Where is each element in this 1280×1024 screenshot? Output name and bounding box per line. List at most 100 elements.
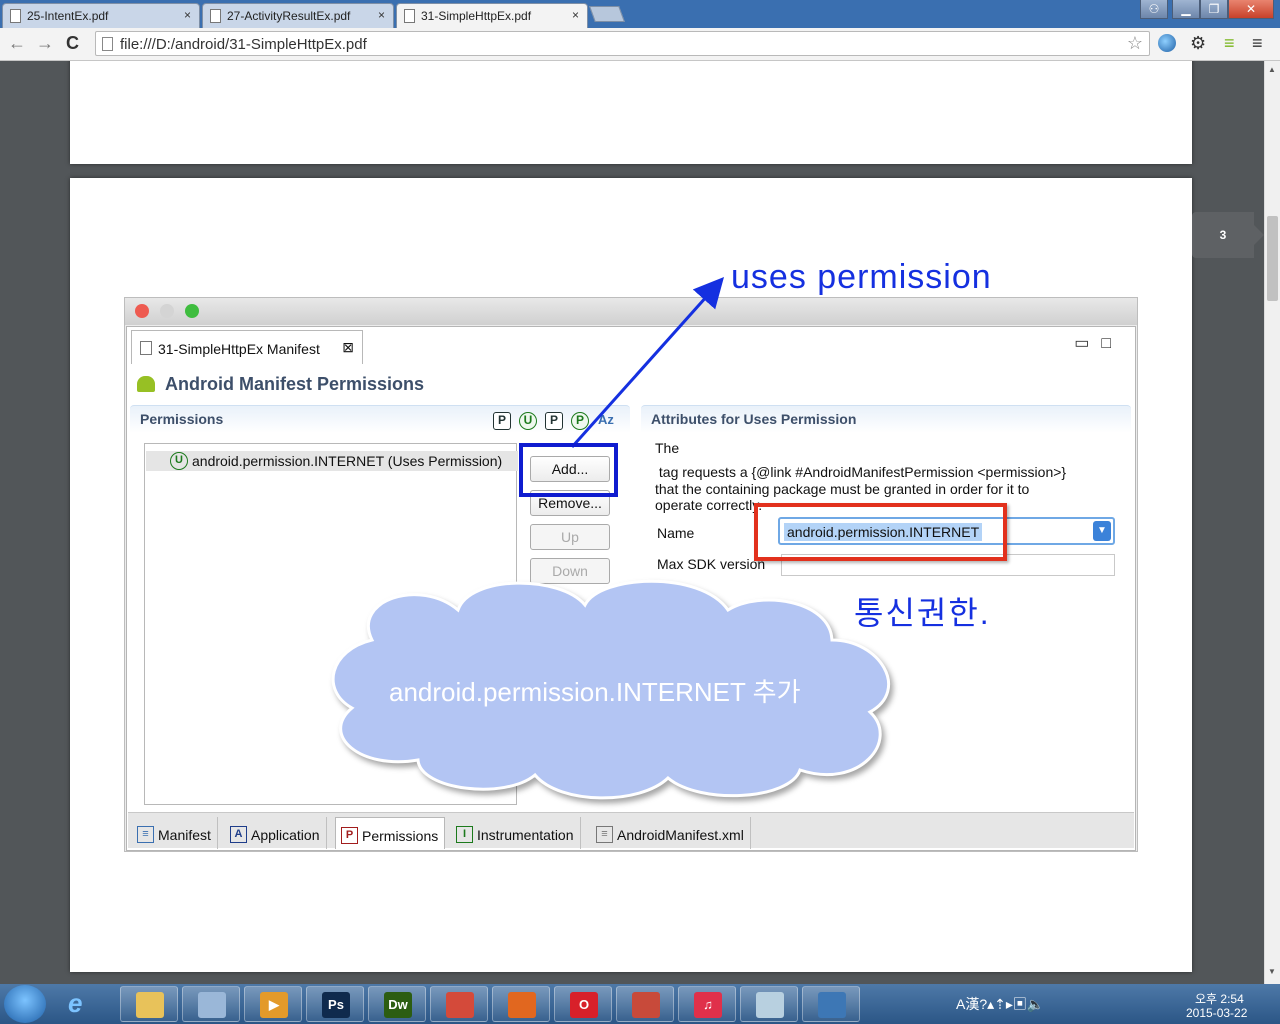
taskbar-item[interactable]	[120, 986, 178, 1022]
paint-tool-icon	[632, 992, 660, 1018]
permission-label: android.permission.INTERNET (Uses Permis…	[192, 453, 503, 469]
tab-31-simplehttpex[interactable]: 31-SimpleHttpEx.pdf ×	[396, 3, 588, 28]
description-text: operate correctly.	[655, 497, 763, 513]
tab-androidmanifest-xml[interactable]: ≡ AndroidManifest.xml	[591, 817, 751, 849]
ladder-icon[interactable]: ≡	[1224, 33, 1235, 54]
pdf-file-icon	[10, 9, 21, 23]
taskbar-item[interactable]: ▶	[244, 986, 302, 1022]
tab-title: 31-SimpleHttpEx.pdf	[421, 9, 532, 23]
taskbar-item[interactable]	[182, 986, 240, 1022]
taskbar-item[interactable]	[616, 986, 674, 1022]
permissions-icon: P	[341, 827, 358, 844]
window-close-button[interactable]: ✕	[1228, 0, 1274, 19]
section-title: Permissions	[140, 411, 224, 427]
description-text: that the containing package must be gran…	[655, 481, 1030, 497]
minimize-button[interactable]: ▁	[1172, 0, 1200, 19]
permissions-list[interactable]: U android.permission.INTERNET (Uses Perm…	[144, 443, 518, 805]
manifest-file-icon	[140, 341, 152, 355]
tab-permissions[interactable]: P Permissions	[335, 817, 446, 849]
list-item[interactable]: U android.permission.INTERNET (Uses Perm…	[146, 451, 518, 471]
scroll-down-icon[interactable]: ▼	[1268, 967, 1276, 976]
uses-permission-icon[interactable]: U	[519, 412, 537, 430]
forward-icon[interactable]: →	[36, 33, 54, 54]
taskbar-item[interactable]: ♫	[678, 986, 736, 1022]
pdf-file-icon	[404, 9, 415, 23]
annotation-korean-note: 통신권한.	[854, 595, 991, 631]
windows-taskbar: e ▶ Ps Dw O ♫ A漢?▴⇡▸▣🔈	[0, 984, 1280, 1024]
tab-25-intentex[interactable]: 25-IntentEx.pdf ×	[2, 3, 200, 28]
permission-icon[interactable]: P	[493, 412, 511, 430]
chevron-down-icon[interactable]: ▼	[1093, 521, 1111, 541]
clock-time[interactable]: 오후 2:54	[1195, 990, 1244, 1007]
name-label: Name	[657, 525, 695, 541]
annotation-cloud-text: android.permission.INTERNET 추가	[389, 677, 801, 707]
xml-file-icon: ≡	[596, 826, 613, 843]
notepad-icon	[756, 992, 784, 1018]
annotation-uses-permission: uses permission	[731, 258, 992, 296]
clock-date[interactable]: 2015-03-22	[1186, 1006, 1247, 1020]
bookmark-star-icon[interactable]: ☆	[1127, 33, 1143, 54]
tab-close-icon[interactable]: ×	[378, 8, 385, 22]
explorer-icon	[136, 992, 164, 1018]
new-tab-button[interactable]	[589, 6, 625, 22]
taskbar-item[interactable]	[802, 986, 860, 1022]
sort-az-icon[interactable]: Az	[598, 412, 614, 427]
back-icon[interactable]: ←	[8, 33, 26, 54]
menu-icon[interactable]: ≡	[1252, 33, 1263, 54]
scroll-thumb[interactable]	[1267, 216, 1278, 301]
description-text: tag requests a {@link #AndroidManifestPe…	[655, 464, 1067, 480]
tray-icons[interactable]: A漢?▴⇡▸▣🔈	[956, 994, 1044, 1014]
page-icon	[102, 37, 113, 51]
taskbar-item[interactable]	[740, 986, 798, 1022]
tab-instrumentation[interactable]: I Instrumentation	[451, 817, 581, 849]
pdf-file-icon	[210, 9, 221, 23]
close-icon[interactable]: ⊠	[342, 339, 354, 356]
tab-label: Permissions	[362, 828, 439, 844]
taskbar-item[interactable]: Dw	[368, 986, 426, 1022]
scroll-up-icon[interactable]: ▲	[1268, 65, 1276, 74]
annotation-highlight-name	[754, 503, 1007, 561]
tab-label: Instrumentation	[477, 827, 574, 843]
image-viewer-icon	[818, 992, 846, 1018]
taskbar-item[interactable]	[430, 986, 488, 1022]
tab-manifest[interactable]: ≡ Manifest	[132, 817, 218, 849]
tab-title: 27-ActivityResultEx.pdf	[227, 9, 351, 23]
reload-icon[interactable]: C	[66, 33, 79, 54]
minimize-dot-icon	[160, 304, 174, 318]
taskbar-item[interactable]: Ps	[306, 986, 364, 1022]
up-button[interactable]: Up	[530, 524, 610, 550]
tab-application[interactable]: A Application	[225, 817, 327, 849]
url-text[interactable]: file:///D:/android/31-SimpleHttpEx.pdf	[120, 36, 367, 53]
internet-explorer-icon[interactable]: e	[68, 988, 82, 1019]
tab-label: Manifest	[158, 827, 211, 843]
attributes-section-header: Attributes for Uses Permission	[641, 405, 1131, 433]
section-title: Attributes for Uses Permission	[651, 411, 857, 427]
tab-close-icon[interactable]: ×	[184, 8, 191, 22]
permission-tree-icon[interactable]: P	[545, 412, 563, 430]
page-number-indicator: 3	[1192, 212, 1264, 258]
uses-permission-icon: U	[170, 452, 188, 470]
tab-label: AndroidManifest.xml	[617, 827, 744, 843]
min-max-icons[interactable]: ▭□	[1074, 333, 1123, 353]
photoshop-icon: Ps	[322, 992, 350, 1018]
maximize-button[interactable]: ❐	[1200, 0, 1228, 19]
windows-start-icon[interactable]	[4, 985, 46, 1023]
annotation-highlight-add	[519, 443, 618, 497]
eclipse-window-screenshot: 31-SimpleHttpEx Manifest ⊠ ▭□ Android Ma…	[124, 297, 1138, 852]
search-app-icon	[198, 992, 226, 1018]
vertical-scrollbar[interactable]: ▲ ▼	[1264, 61, 1280, 984]
mac-title-bar	[125, 298, 1137, 325]
tab-27-activityresultex[interactable]: 27-ActivityResultEx.pdf ×	[202, 3, 394, 28]
globe-icon[interactable]	[1158, 34, 1176, 52]
taskbar-item[interactable]	[492, 986, 550, 1022]
chrome-icon	[446, 992, 474, 1018]
editor-tab[interactable]: 31-SimpleHttpEx Manifest ⊠	[131, 330, 363, 364]
down-button[interactable]: Down	[530, 558, 610, 584]
pdf-page-previous	[70, 61, 1192, 164]
address-bar[interactable]: file:///D:/android/31-SimpleHttpEx.pdf ☆	[95, 31, 1150, 56]
tab-close-icon[interactable]: ×	[572, 8, 579, 22]
permission-group-icon[interactable]: P	[571, 412, 589, 430]
user-icon[interactable]: ⚇	[1140, 0, 1168, 19]
gear-icon[interactable]: ⚙	[1190, 33, 1206, 54]
taskbar-item[interactable]: O	[554, 986, 612, 1022]
